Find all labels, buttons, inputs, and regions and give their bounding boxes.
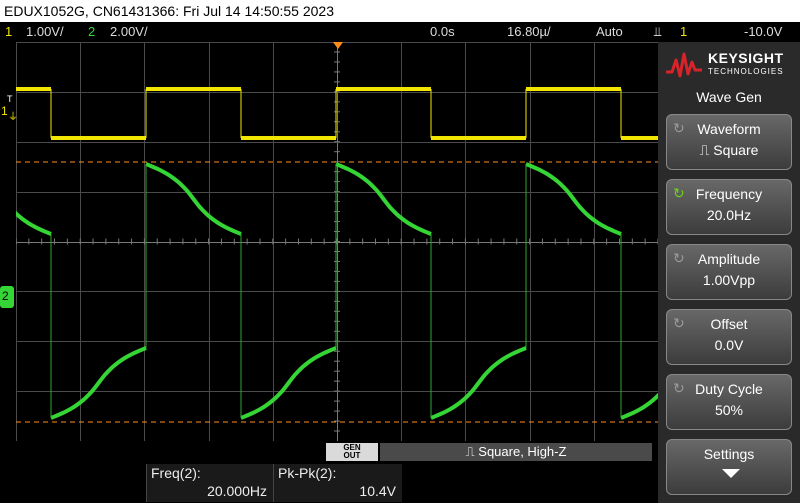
softkey-panel: KEYSIGHT TECHNOLOGIES Wave Gen ↻ Wavefor… — [658, 42, 800, 503]
waveform-display[interactable] — [16, 42, 658, 441]
pkpk-value: 10.4V — [359, 483, 396, 499]
pkpk-label: Pk-Pk(2): — [278, 465, 337, 481]
ch1-edges — [50, 89, 622, 138]
waveform-graticule — [16, 42, 658, 441]
freq-label: Freq(2): — [151, 465, 201, 481]
amplitude-softkey[interactable]: ↻ Amplitude 1.00Vpp — [666, 244, 792, 300]
trigger-mode[interactable]: Auto — [596, 24, 623, 39]
ground-icon: ⏚ — [8, 112, 18, 123]
ch1-ground-marker[interactable]: 1 — [1, 104, 8, 118]
offset-softkey[interactable]: ↻ Offset 0.0V — [666, 309, 792, 365]
menu-title: Wave Gen — [696, 89, 762, 105]
gen-out-label: GEN OUT — [326, 443, 378, 461]
trigger-position-marker[interactable] — [333, 42, 343, 49]
ch1-number[interactable]: 1 — [5, 24, 12, 39]
channel-marker-column: T 1 ⏚ 2 — [0, 42, 18, 441]
trigger-marker-t: T — [7, 94, 13, 104]
waveform-softkey[interactable]: ↻ Waveform ⎍ Square — [666, 114, 792, 170]
keysight-logo: KEYSIGHT TECHNOLOGIES — [664, 44, 794, 84]
gen-out-status[interactable]: ⎍ Square, High-Z — [380, 443, 652, 461]
timebase-scale[interactable]: 16.80µ/ — [507, 24, 551, 39]
pkpk-measurement[interactable]: Pk-Pk(2): 10.4V — [273, 464, 402, 502]
title-bar: EDUX1052G, CN61431366: Fri Jul 14 14:50:… — [0, 0, 800, 22]
logo-sub: TECHNOLOGIES — [708, 67, 784, 76]
down-arrow-icon — [722, 469, 740, 478]
freq-value: 20.000Hz — [207, 483, 267, 499]
trigger-source[interactable]: 1 — [680, 24, 687, 39]
window-title: EDUX1052G, CN61431366: Fri Jul 14 14:50:… — [4, 3, 334, 19]
keysight-wave-icon — [666, 52, 702, 78]
horizontal-delay[interactable]: 0.0s — [430, 24, 455, 39]
ch2-ground-marker[interactable]: 2 — [0, 286, 14, 308]
ch2-scale[interactable]: 2.00V/ — [110, 24, 148, 39]
ch1-scale[interactable]: 1.00V/ — [26, 24, 64, 39]
duty-cycle-softkey[interactable]: ↻ Duty Cycle 50% — [666, 374, 792, 430]
logo-brand: KEYSIGHT — [708, 50, 784, 66]
ch2-number[interactable]: 2 — [88, 24, 95, 39]
bottom-bar: GEN OUT ⎍ Square, High-Z Freq(2): 20.000… — [0, 441, 658, 503]
frequency-softkey[interactable]: ↻ Frequency 20.0Hz — [666, 179, 792, 235]
rising-edge-trigger-icon: ⫫ — [654, 24, 662, 39]
trigger-level[interactable]: -10.0V — [744, 24, 782, 39]
status-bar: 1 1.00V/ 2 2.00V/ 0.0s 16.80µ/ Auto ⫫ 1 … — [0, 22, 800, 42]
freq-measurement[interactable]: Freq(2): 20.000Hz — [146, 464, 273, 502]
settings-softkey[interactable]: Settings — [666, 439, 792, 495]
